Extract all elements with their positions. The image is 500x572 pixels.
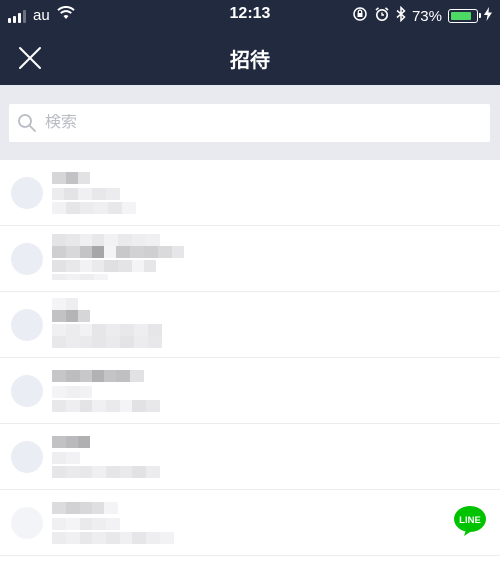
friend-row[interactable] [0, 226, 500, 292]
bluetooth-icon [396, 5, 406, 26]
blurred-name [52, 370, 144, 382]
page-title: 招待 [230, 50, 270, 72]
blurred-status [52, 336, 162, 348]
blurred-name [52, 310, 90, 322]
blurred-status [52, 400, 160, 412]
friend-row[interactable]: LINE [0, 490, 500, 556]
friend-row[interactable] [0, 424, 500, 490]
header-bar: 招待 [0, 30, 500, 85]
blurred-status [52, 466, 160, 478]
blurred-status [52, 386, 92, 398]
charging-icon [484, 7, 492, 25]
blurred-name [52, 436, 90, 448]
blurred-name [52, 246, 184, 258]
avatar [11, 243, 43, 275]
blurred-name [52, 298, 78, 310]
avatar [11, 309, 43, 341]
line-app-icon: LINE [454, 506, 486, 536]
alarm-icon [374, 6, 390, 26]
search-box[interactable] [9, 104, 490, 142]
avatar [11, 375, 43, 407]
blurred-status [52, 260, 156, 272]
line-badge-label: LINE [459, 515, 481, 526]
blurred-status [52, 324, 162, 336]
blurred-status [52, 188, 120, 200]
status-right: 73% [352, 5, 492, 26]
friend-row[interactable] [0, 358, 500, 424]
blurred-status [52, 518, 120, 530]
blurred-status [52, 452, 80, 464]
blurred-name [52, 234, 160, 246]
avatar [11, 507, 43, 539]
friend-row[interactable] [0, 292, 500, 358]
blurred-name [52, 172, 90, 184]
search-icon [18, 114, 36, 132]
friend-row[interactable] [0, 160, 500, 226]
blurred-status [52, 274, 108, 280]
blurred-status [52, 202, 136, 214]
blurred-status [52, 532, 174, 544]
blurred-name [52, 502, 118, 514]
search-input[interactable] [45, 114, 465, 132]
battery-percent: 73% [411, 7, 442, 25]
friend-list: LINE [0, 160, 500, 556]
battery-icon [448, 9, 481, 23]
orientation-lock-icon [352, 6, 368, 26]
avatar [11, 441, 43, 473]
status-bar: au 12:13 73% [0, 0, 500, 30]
avatar [11, 177, 43, 209]
search-area [0, 85, 500, 160]
